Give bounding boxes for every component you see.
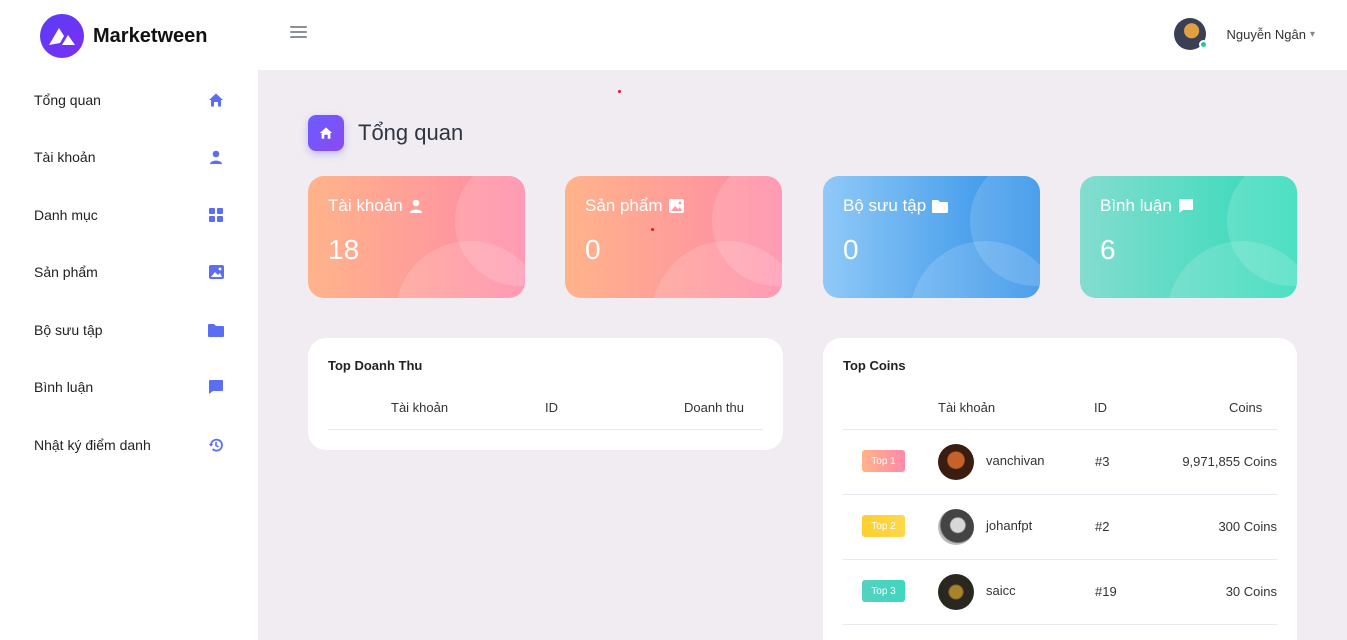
- avatar: [938, 444, 974, 480]
- column-header-revenue: Doanh thu: [684, 400, 744, 415]
- sidebar-item-collections[interactable]: Bộ sưu tập: [34, 315, 224, 345]
- stat-value: 6: [1100, 234, 1116, 265]
- chevron-down-icon: ▾: [1309, 28, 1315, 40]
- grid-icon: [208, 207, 224, 223]
- home-icon: [308, 115, 344, 151]
- menu-toggle-icon[interactable]: [290, 26, 307, 40]
- page-title: Tổng quan: [358, 120, 464, 145]
- column-header-account: Tài khoản: [391, 400, 449, 415]
- sidebar-item-label: Tổng quan: [34, 92, 101, 108]
- sidebar-item-accounts[interactable]: Tài khoản: [34, 142, 224, 172]
- stat-label: Tài khoản: [328, 196, 403, 215]
- avatar: [938, 509, 974, 545]
- coin-amount: 9,971,855 Coins: [1182, 454, 1277, 469]
- sidebar-item-checkin-log[interactable]: Nhật ký điểm danh: [34, 430, 224, 460]
- sidebar-item-label: Bình luận: [34, 379, 94, 395]
- stat-value: 0: [585, 234, 601, 265]
- column-header-id: ID: [1094, 400, 1107, 415]
- comment-icon: [208, 379, 224, 395]
- divider: [843, 429, 1277, 430]
- stat-card-collections[interactable]: Bộ sưu tập 0: [823, 176, 1040, 298]
- user-id: #2: [1095, 519, 1110, 534]
- home-icon: [208, 92, 224, 108]
- stat-label: Bộ sưu tập: [843, 196, 927, 215]
- sidebar-item-overview[interactable]: Tổng quan: [34, 85, 224, 115]
- online-status-dot: [1199, 40, 1209, 49]
- top-revenue-card: Top Doanh Thu Tài khoản ID Doanh thu: [308, 338, 783, 450]
- folder-icon: [208, 322, 224, 338]
- main-content: Tổng quan Tài khoản 18 Sản phẩm 0 Bộ sưu…: [258, 70, 1347, 640]
- stat-value: 18: [328, 234, 360, 265]
- top-header: Marketween Nguyễn Ngân ▾: [0, 0, 1347, 70]
- sidebar-item-label: Nhật ký điểm danh: [34, 437, 151, 453]
- divider: [328, 429, 763, 430]
- sidebar-item-label: Bộ sưu tập: [34, 322, 103, 338]
- rank-badge: Top 2: [862, 515, 905, 537]
- sidebar-item-label: Danh mục: [34, 207, 98, 223]
- red-dot: [618, 90, 621, 93]
- user-menu[interactable]: Nguyễn Ngân ▾: [1174, 18, 1315, 50]
- brand-logo-icon: [40, 14, 84, 58]
- avatar: [938, 574, 974, 610]
- comment-icon: [1178, 199, 1193, 213]
- card-title: Top Coins: [843, 358, 906, 373]
- user-icon: [409, 199, 422, 213]
- sidebar-item-products[interactable]: Sản phẩm: [34, 257, 224, 287]
- sidebar: Tổng quan Tài khoản Danh mục Sản phẩm Bộ…: [0, 70, 258, 640]
- username[interactable]: vanchivan: [986, 453, 1045, 468]
- image-icon: [668, 199, 684, 213]
- divider: [843, 494, 1277, 495]
- sidebar-item-categories[interactable]: Danh mục: [34, 200, 224, 230]
- history-icon: [208, 437, 224, 453]
- top-coins-card: Top Coins Tài khoản ID Coins Top 1 vanch…: [823, 338, 1297, 640]
- rank-badge: Top 3: [862, 580, 905, 602]
- stat-label: Bình luận: [1100, 196, 1172, 215]
- brand[interactable]: Marketween: [40, 14, 208, 58]
- stat-card-accounts[interactable]: Tài khoản 18: [308, 176, 525, 298]
- user-name: Nguyễn Ngân: [1226, 26, 1306, 42]
- user-icon: [208, 149, 224, 165]
- stat-label: Sản phẩm: [585, 196, 663, 215]
- coin-amount: 300 Coins: [1218, 519, 1277, 534]
- user-id: #3: [1095, 454, 1110, 469]
- stat-value: 0: [843, 234, 859, 265]
- column-header-id: ID: [545, 400, 558, 415]
- user-avatar: [1174, 18, 1209, 50]
- username[interactable]: saicc: [986, 583, 1016, 598]
- coin-amount: 30 Coins: [1225, 584, 1277, 599]
- card-title: Top Doanh Thu: [328, 358, 423, 373]
- folder-icon: [932, 200, 949, 213]
- rank-badge: Top 1: [862, 450, 905, 472]
- sidebar-item-label: Tài khoản: [34, 149, 96, 165]
- column-header-account: Tài khoản: [938, 400, 996, 415]
- divider: [843, 559, 1277, 560]
- user-id: #19: [1095, 584, 1117, 599]
- username[interactable]: johanfpt: [986, 518, 1032, 533]
- column-header-coins: Coins: [1229, 400, 1263, 415]
- sidebar-item-comments[interactable]: Bình luận: [34, 372, 224, 402]
- red-dot: [651, 228, 654, 231]
- divider: [843, 624, 1277, 625]
- stat-card-comments[interactable]: Bình luận 6: [1080, 176, 1297, 298]
- image-icon: [208, 264, 224, 280]
- stat-card-products[interactable]: Sản phẩm 0: [565, 176, 782, 298]
- sidebar-item-label: Sản phẩm: [34, 264, 98, 280]
- brand-name: Marketween: [93, 24, 208, 47]
- page-header: Tổng quan: [308, 115, 463, 151]
